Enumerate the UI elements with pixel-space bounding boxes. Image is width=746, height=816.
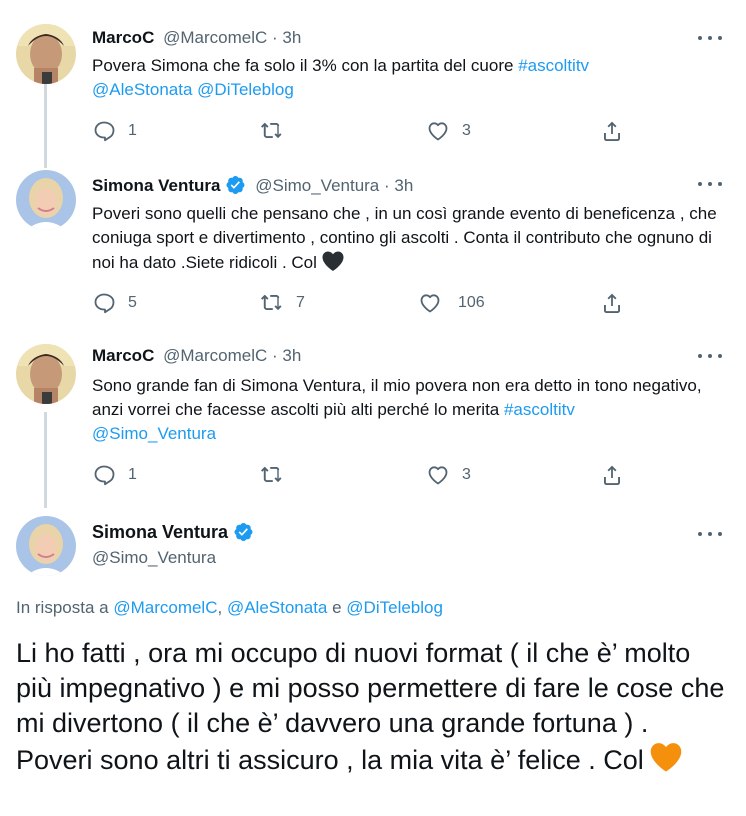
verified-icon — [224, 174, 246, 196]
reply-count: 1 — [128, 122, 137, 139]
reply-prefix: In risposta a — [16, 598, 114, 617]
retweet-count: 7 — [296, 294, 305, 311]
reply-button[interactable]: 1 — [92, 463, 137, 487]
timestamp[interactable]: 3h — [282, 346, 301, 365]
retweet-icon — [261, 466, 282, 483]
tweet-text: Povera Simona che fa solo il 3% con la p… — [92, 54, 728, 102]
more-icon[interactable] — [698, 28, 722, 48]
author-handle[interactable]: @Simo_Ventura — [255, 176, 379, 195]
reply-icon — [94, 121, 115, 142]
like-count: 3 — [462, 466, 471, 483]
reply-mention-link[interactable]: @MarcomelC — [113, 598, 217, 617]
reply-context: In risposta a @MarcomelC, @AleStonata e … — [16, 598, 443, 618]
share-button[interactable] — [600, 463, 624, 487]
avatar-simona[interactable] — [16, 170, 76, 230]
author-handle[interactable]: @MarcomelC — [163, 28, 267, 47]
tweet-text: Poveri sono quelli che pensano che , in … — [92, 202, 728, 275]
author-name[interactable]: MarcoC — [92, 346, 154, 365]
retweet-icon — [261, 122, 282, 139]
reply-icon — [94, 465, 115, 486]
more-icon[interactable] — [698, 524, 722, 544]
tweet-actions: 5 7 106 — [92, 291, 632, 315]
separator: · — [379, 176, 395, 195]
like-count: 106 — [458, 294, 485, 311]
share-button[interactable] — [600, 119, 624, 143]
main-tweet-text: Li ho fatti , ora mi occupo di nuovi for… — [16, 636, 728, 778]
like-button[interactable]: 3 — [426, 463, 471, 487]
more-icon[interactable] — [698, 174, 722, 194]
share-icon — [604, 465, 620, 485]
share-icon — [604, 121, 620, 141]
author-name[interactable]: Simona Ventura — [92, 176, 220, 195]
heart-emoji-icon — [321, 250, 345, 272]
main-author-name[interactable]: Simona Ventura — [92, 521, 254, 543]
hashtag-link[interactable]: #ascoltitv — [504, 400, 575, 419]
like-icon — [428, 466, 448, 485]
like-button[interactable]: 3 — [426, 119, 471, 143]
more-icon[interactable] — [698, 346, 722, 366]
retweet-button[interactable] — [260, 119, 296, 143]
author-name[interactable]: Simona Ventura — [92, 522, 228, 542]
main-tweet-body: Li ho fatti , ora mi occupo di nuovi for… — [16, 638, 725, 775]
separator: · — [267, 346, 283, 365]
author-name[interactable]: MarcoC — [92, 28, 154, 47]
tweet-actions: 1 3 — [92, 119, 632, 143]
author-handle[interactable]: @MarcomelC — [163, 346, 267, 365]
reply-mention-link[interactable]: @DiTeleblog — [346, 598, 443, 617]
reply-button[interactable]: 1 — [92, 119, 137, 143]
reply-separator: e — [327, 598, 347, 617]
tweet-body: Poveri sono quelli che pensano che , in … — [92, 204, 717, 272]
like-icon — [428, 122, 448, 141]
retweet-icon — [261, 294, 282, 311]
tweet-actions: 1 3 — [92, 463, 632, 487]
reply-count: 5 — [128, 294, 137, 311]
thread-line — [44, 84, 47, 168]
retweet-button[interactable]: 7 — [260, 291, 305, 315]
timestamp[interactable]: 3h — [394, 176, 413, 195]
main-author-handle[interactable]: @Simo_Ventura — [92, 548, 216, 568]
avatar-marcoc[interactable] — [16, 24, 76, 84]
avatar-simona[interactable] — [16, 516, 76, 576]
mention-link[interactable]: @Simo_Ventura — [92, 424, 216, 443]
tweet-header: MarcoC @MarcomelC · 3h — [92, 346, 301, 366]
like-icon — [420, 294, 440, 313]
tweet-body: Sono grande fan di Simona Ventura, il mi… — [92, 376, 702, 419]
share-button[interactable] — [600, 291, 624, 315]
mention-links[interactable]: @AleStonata @DiTeleblog — [92, 80, 294, 99]
tweet-header: MarcoC @MarcomelC · 3h — [92, 28, 301, 48]
reply-separator: , — [217, 598, 227, 617]
reply-count: 1 — [128, 466, 137, 483]
like-button[interactable]: 106 — [418, 291, 485, 315]
like-count: 3 — [462, 122, 471, 139]
heart-emoji-icon — [648, 741, 684, 773]
tweet-header: Simona Ventura @Simo_Ventura · 3h — [92, 174, 413, 196]
avatar-marcoc[interactable] — [16, 344, 76, 404]
retweet-button[interactable] — [260, 463, 296, 487]
reply-icon — [94, 293, 115, 314]
thread-line — [44, 412, 47, 508]
timestamp[interactable]: 3h — [282, 28, 301, 47]
hashtag-link[interactable]: #ascoltitv — [518, 56, 589, 75]
separator: · — [267, 28, 283, 47]
reply-mention-link[interactable]: @AleStonata — [227, 598, 327, 617]
reply-button[interactable]: 5 — [92, 291, 137, 315]
share-icon — [604, 293, 620, 313]
verified-icon — [232, 521, 254, 543]
tweet-text: Sono grande fan di Simona Ventura, il mi… — [92, 374, 728, 446]
tweet-body: Povera Simona che fa solo il 3% con la p… — [92, 56, 519, 75]
